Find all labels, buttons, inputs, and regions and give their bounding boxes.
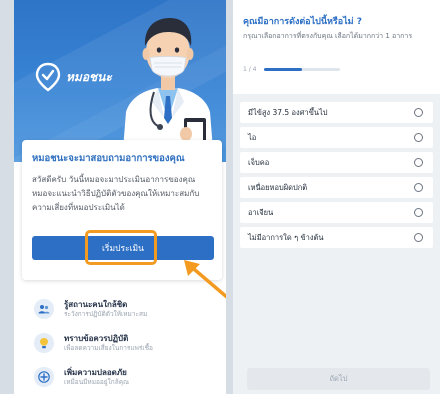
symptom-option[interactable]: ไอ — [240, 127, 433, 148]
symptom-option[interactable]: มีไข้สูง 37.5 องศาขึ้นไป — [240, 102, 433, 123]
brand: หมอชนะ — [34, 62, 112, 92]
pointer-arrow-icon — [184, 260, 226, 299]
option-label: ไม่มีอาการใด ๆ ข้างต้น — [248, 232, 324, 242]
symptom-option[interactable]: เหนื่อยหอบผิดปกติ — [240, 177, 433, 198]
question-title: คุณมีอาการดังต่อไปนี้หรือไม่ ? — [243, 17, 362, 27]
feature-text: ทราบข้อควรปฏิบัติ เพื่อลดความเสี่ยงในการ… — [64, 333, 153, 353]
next-button[interactable]: ถัดไป — [247, 368, 430, 390]
intro-panel: หมอชนะ หมอชนะจะมาสอบถามอาการของคุณ สวัสด… — [14, 0, 226, 394]
option-label: เหนื่อยหอบผิดปกติ — [248, 182, 308, 192]
progress-bar — [264, 68, 341, 71]
symptom-option[interactable]: อาเจียน — [240, 202, 433, 223]
feature-text: เพิ่มความปลอดภัย เหมือนมีหมออยู่ใกล้คุณ — [64, 367, 129, 387]
card-description: สวัสดีครับ วันนี้หมอจะมาประเมินอาการของค… — [32, 175, 200, 212]
card-title: หมอชนะจะมาสอบถามอาการของคุณ — [32, 153, 185, 164]
radio-button[interactable] — [414, 108, 423, 117]
plus-icon — [34, 367, 54, 387]
feature-text: รู้สถานะคนใกล้ชิด ระวังการปฏิบัติตัวให้เ… — [64, 299, 147, 319]
option-label: อาเจียน — [248, 207, 274, 217]
feature-subtitle: เพื่อลดความเสี่ยงในการแพร่เชื้อ — [64, 344, 153, 352]
feature-item: ทราบข้อควรปฏิบัติ เพื่อลดความเสี่ยงในการ… — [34, 326, 224, 360]
mor-chana-logo-icon — [35, 62, 61, 92]
options-area: มีไข้สูง 37.5 องศาขึ้นไป ไอ เจ็บคอ เหนื่… — [233, 94, 440, 394]
step-counter: 1 / 4 — [243, 66, 257, 73]
question-header: คุณมีอาการดังต่อไปนี้หรือไม่ ? กรุณาเลือ… — [243, 16, 433, 41]
screen: หมอชนะ หมอชนะจะมาสอบถามอาการของคุณ สวัสด… — [0, 0, 440, 394]
option-label: มีไข้สูง 37.5 องศาขึ้นไป — [248, 107, 328, 117]
hero-banner: หมอชนะ — [14, 0, 226, 162]
radio-button[interactable] — [414, 208, 423, 217]
feature-subtitle: ระวังการปฏิบัติตัวให้เหมาะสม — [64, 310, 148, 318]
feature-title: ทราบข้อควรปฏิบัติ — [64, 334, 129, 343]
feature-subtitle: เหมือนมีหมออยู่ใกล้คุณ — [64, 378, 130, 386]
feature-item: เพิ่มความปลอดภัย เหมือนมีหมออยู่ใกล้คุณ — [34, 360, 224, 394]
radio-button[interactable] — [414, 133, 423, 142]
people-icon — [34, 299, 54, 319]
lightbulb-icon — [34, 333, 54, 353]
radio-button[interactable] — [414, 183, 423, 192]
radio-button[interactable] — [414, 158, 423, 167]
doctor-illustration — [122, 18, 214, 162]
brand-name: หมอชนะ — [66, 69, 112, 84]
option-label: เจ็บคอ — [248, 157, 270, 167]
option-label: ไอ — [248, 132, 257, 142]
step-indicator: 1 / 4 — [243, 66, 341, 73]
feature-title: เพิ่มความปลอดภัย — [64, 368, 127, 377]
progress-fill — [264, 68, 303, 71]
symptom-option[interactable]: ไม่มีอาการใด ๆ ข้างต้น — [240, 227, 433, 248]
question-subtitle: กรุณาเลือกอาการที่ตรงกับคุณ เลือกได้มากก… — [243, 32, 413, 40]
feature-list: รู้สถานะคนใกล้ชิด ระวังการปฏิบัติตัวให้เ… — [34, 292, 224, 394]
radio-button[interactable] — [414, 233, 423, 242]
symptom-option[interactable]: เจ็บคอ — [240, 152, 433, 173]
symptom-question-panel: คุณมีอาการดังต่อไปนี้หรือไม่ ? กรุณาเลือ… — [233, 0, 440, 394]
symptom-options: มีไข้สูง 37.5 องศาขึ้นไป ไอ เจ็บคอ เหนื่… — [240, 102, 433, 252]
feature-title: รู้สถานะคนใกล้ชิด — [64, 300, 128, 309]
highlight-frame — [85, 230, 157, 265]
